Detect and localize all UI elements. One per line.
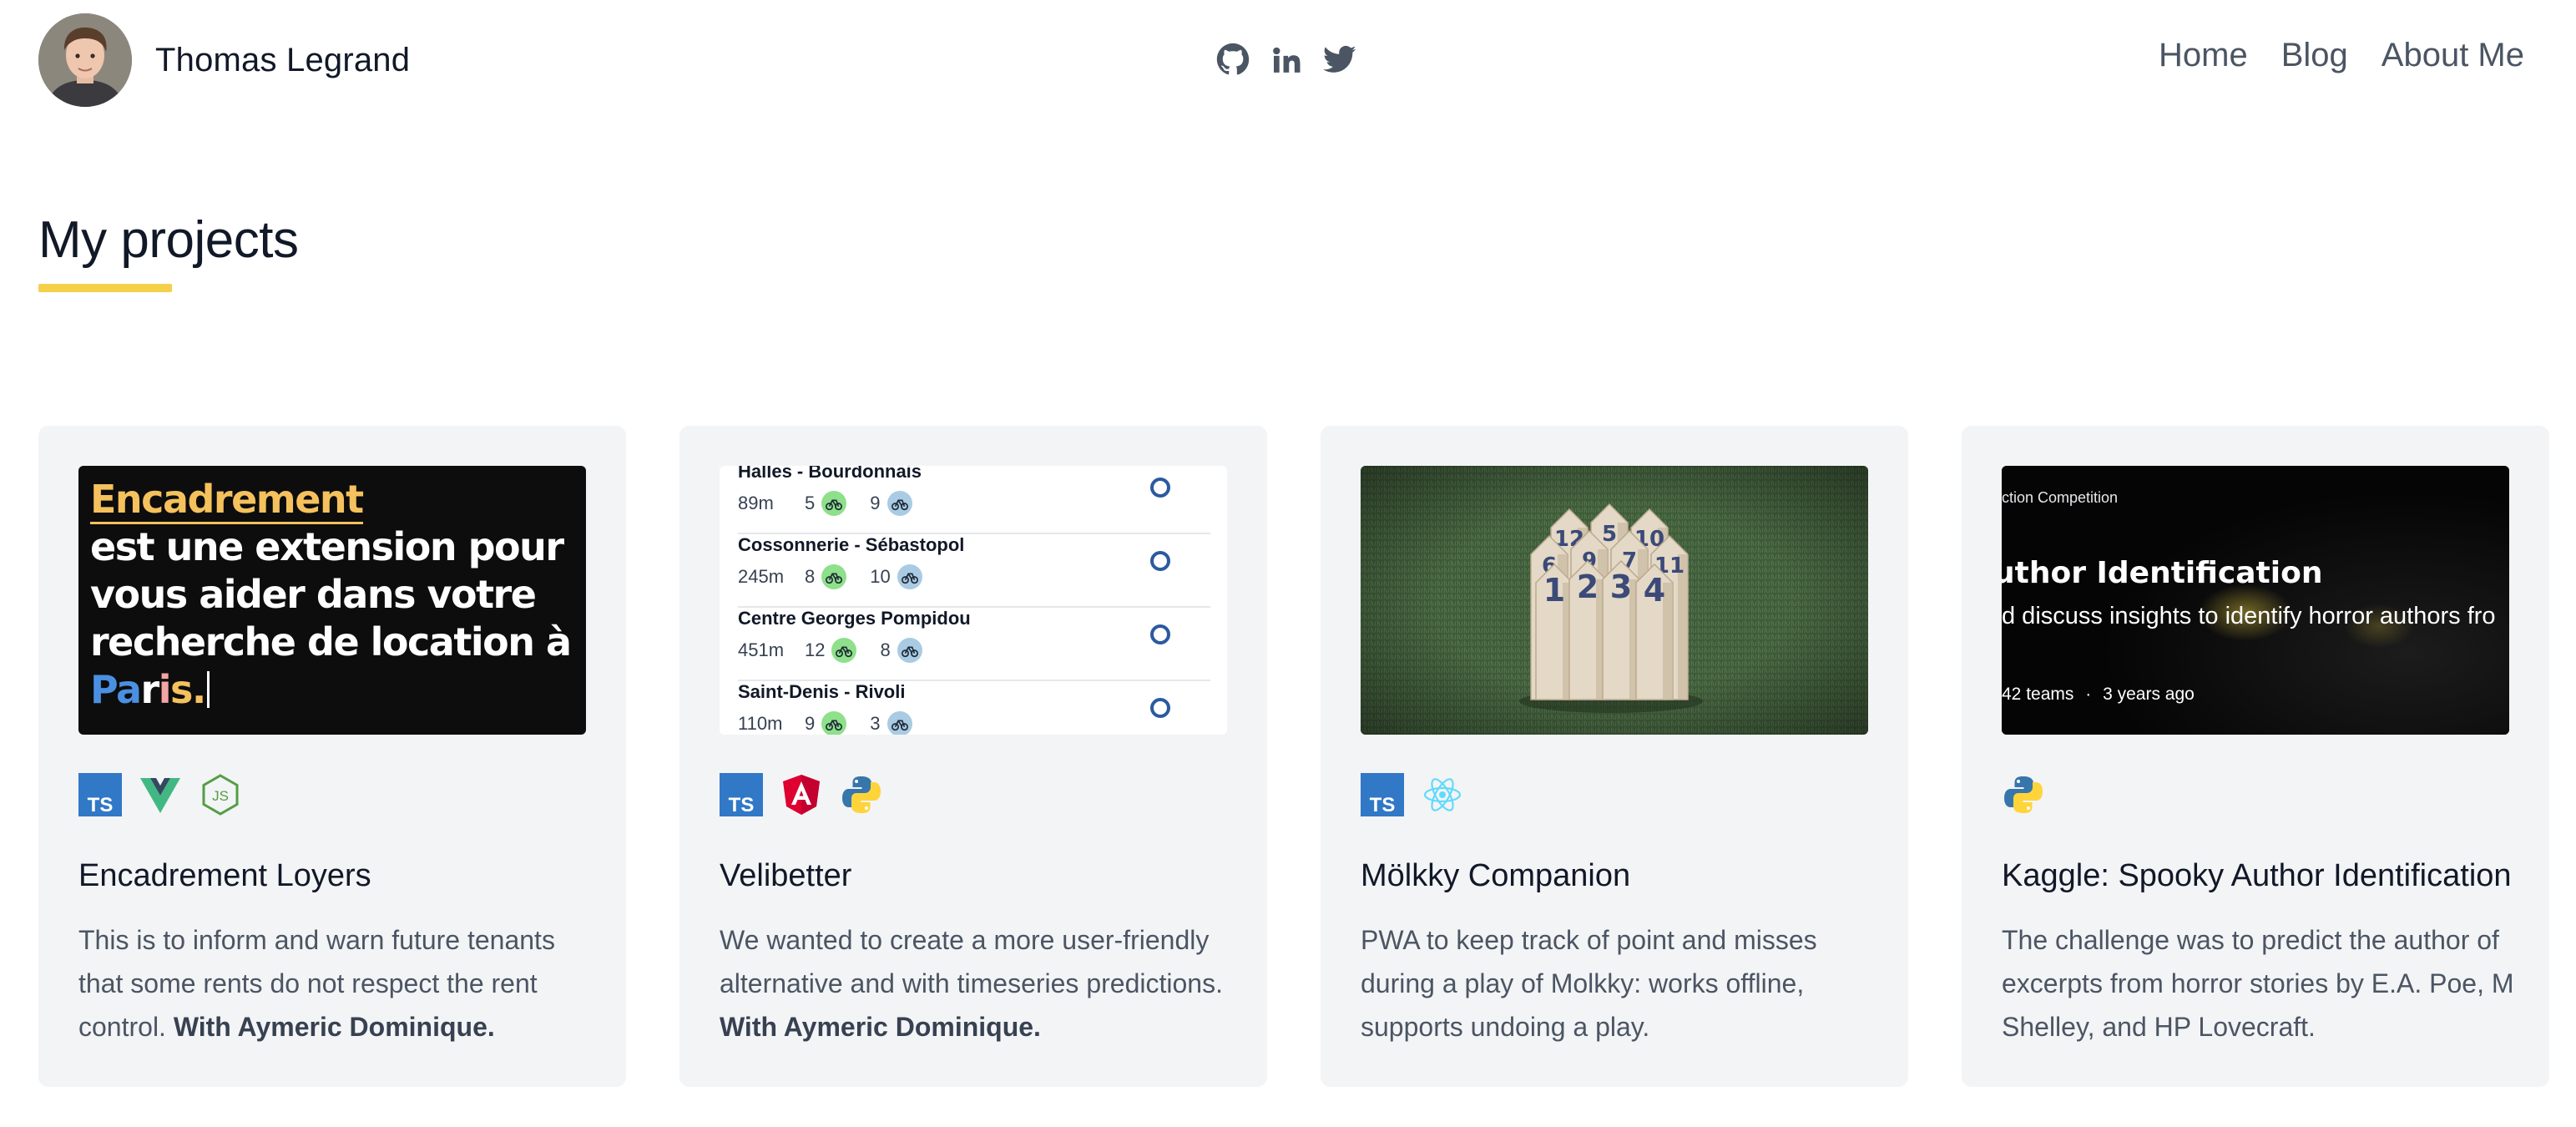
svg-text:TS: TS <box>729 794 755 816</box>
bike-icon <box>831 638 857 663</box>
pin-number: 2 <box>1577 569 1599 605</box>
react-icon <box>1421 773 1464 816</box>
python-icon <box>840 773 883 816</box>
competition-meta: 42 teams · 3 years ago <box>2002 685 2195 704</box>
avatar[interactable] <box>38 13 132 107</box>
github-icon[interactable] <box>1214 40 1252 78</box>
availability-indicator <box>1150 551 1170 571</box>
competition-subtitle: d discuss insights to identify horror au… <box>2002 603 2496 629</box>
station-row: Cossonnerie - Sébastopol 245m 8 10 <box>738 533 1210 608</box>
project-description: This is to inform and warn future tenant… <box>78 925 555 1042</box>
main-nav: Home Blog About Me <box>2159 37 2524 74</box>
ebike-icon <box>886 491 912 516</box>
project-thumbnail: Halles - Bourdonnais 89m 5 9 Cossonnerie… <box>720 466 1227 735</box>
station-row: Centre Georges Pompidou 451m 12 8 <box>738 606 1210 681</box>
tech-stack: TS <box>1361 773 1464 816</box>
ebike-icon <box>886 711 912 735</box>
ebike-icon <box>897 638 922 663</box>
typescript-icon: TS <box>78 773 122 816</box>
typescript-icon: TS <box>720 773 763 816</box>
project-description: PWA to keep track of point and misses du… <box>1361 925 1817 1042</box>
typescript-icon: TS <box>1361 773 1404 816</box>
bike-icon <box>821 491 847 516</box>
linkedin-icon[interactable] <box>1267 40 1306 78</box>
availability-indicator <box>1150 624 1170 644</box>
svg-text:TS: TS <box>88 794 114 816</box>
tech-stack <box>2002 773 2045 816</box>
project-credit: With Aymeric Dominique. <box>173 1012 495 1042</box>
pin-number: 5 <box>1602 522 1617 547</box>
project-card-encadrement[interactable]: Encadrement est une extension pour vous … <box>38 426 626 1087</box>
project-card-velibetter[interactable]: Halles - Bourdonnais 89m 5 9 Cossonnerie… <box>679 426 1267 1087</box>
project-thumbnail: 12 5 10 6 9 7 11 1 2 3 4 <box>1361 466 1868 735</box>
title-underline <box>38 284 172 292</box>
brand[interactable]: Thomas Legrand <box>38 13 410 107</box>
project-card-kaggle[interactable]: ction Competition uthor Identification d… <box>1962 426 2549 1087</box>
pin-number: 3 <box>1610 569 1632 605</box>
project-thumbnail: ction Competition uthor Identification d… <box>2002 466 2509 735</box>
site-owner-name[interactable]: Thomas Legrand <box>155 42 410 79</box>
project-description: The challenge was to predict the author … <box>2002 925 2514 1042</box>
bike-icon <box>821 564 847 589</box>
project-title[interactable]: Encadrement Loyers <box>78 858 371 894</box>
molkky-pin: 4 <box>1635 563 1674 700</box>
project-card-molkky[interactable]: 12 5 10 6 9 7 11 1 2 3 4 TS Mölkky Companion PWA t… <box>1321 426 1908 1087</box>
pin-number: 4 <box>1644 572 1665 609</box>
svg-text:JS: JS <box>212 788 229 804</box>
project-title[interactable]: Kaggle: Spooky Author Identification <box>2002 858 2512 894</box>
site-header: Thomas Legrand Home Blog About Me <box>0 0 2576 120</box>
station-row: Halles - Bourdonnais 89m 5 9 <box>738 466 1210 534</box>
project-thumbnail: Encadrement est une extension pour vous … <box>78 466 586 735</box>
molkky-pin: 2 <box>1568 559 1607 700</box>
availability-indicator <box>1150 478 1170 498</box>
molkky-pins-photo: 12 5 106 9 7 111 2 3 4 <box>1361 466 1868 735</box>
nav-home[interactable]: Home <box>2159 37 2248 74</box>
python-icon <box>2002 773 2045 816</box>
project-title[interactable]: Velibetter <box>720 858 851 894</box>
bike-icon <box>821 711 847 735</box>
molkky-pin: 3 <box>1602 559 1640 700</box>
competition-type: ction Competition <box>2002 489 2119 506</box>
station-row: Saint-Denis - Rivoli 110m 9 3 <box>738 680 1210 735</box>
project-credit: With Aymeric Dominique. <box>720 1012 1041 1042</box>
text-caret <box>206 671 210 708</box>
nav-blog[interactable]: Blog <box>2281 37 2348 74</box>
availability-indicator <box>1150 698 1170 718</box>
nodejs-icon: JS <box>199 773 242 816</box>
page-title: My projects <box>38 211 299 269</box>
molkky-pin: 1 <box>1535 563 1573 700</box>
tech-stack: TS <box>720 773 883 816</box>
angular-icon <box>780 773 823 816</box>
nav-about-me[interactable]: About Me <box>2382 37 2524 74</box>
competition-title: uthor Identification <box>2002 556 2323 590</box>
social-links <box>1214 40 1359 78</box>
project-description: We wanted to create a more user-friendly… <box>720 925 1223 1042</box>
ebike-icon <box>897 564 922 589</box>
twitter-icon[interactable] <box>1321 40 1359 78</box>
pin-number: 1 <box>1543 572 1565 609</box>
svg-text:TS: TS <box>1370 794 1396 816</box>
tech-stack: TS JS <box>78 773 242 816</box>
vue-icon <box>139 773 182 816</box>
project-title[interactable]: Mölkky Companion <box>1361 858 1630 894</box>
